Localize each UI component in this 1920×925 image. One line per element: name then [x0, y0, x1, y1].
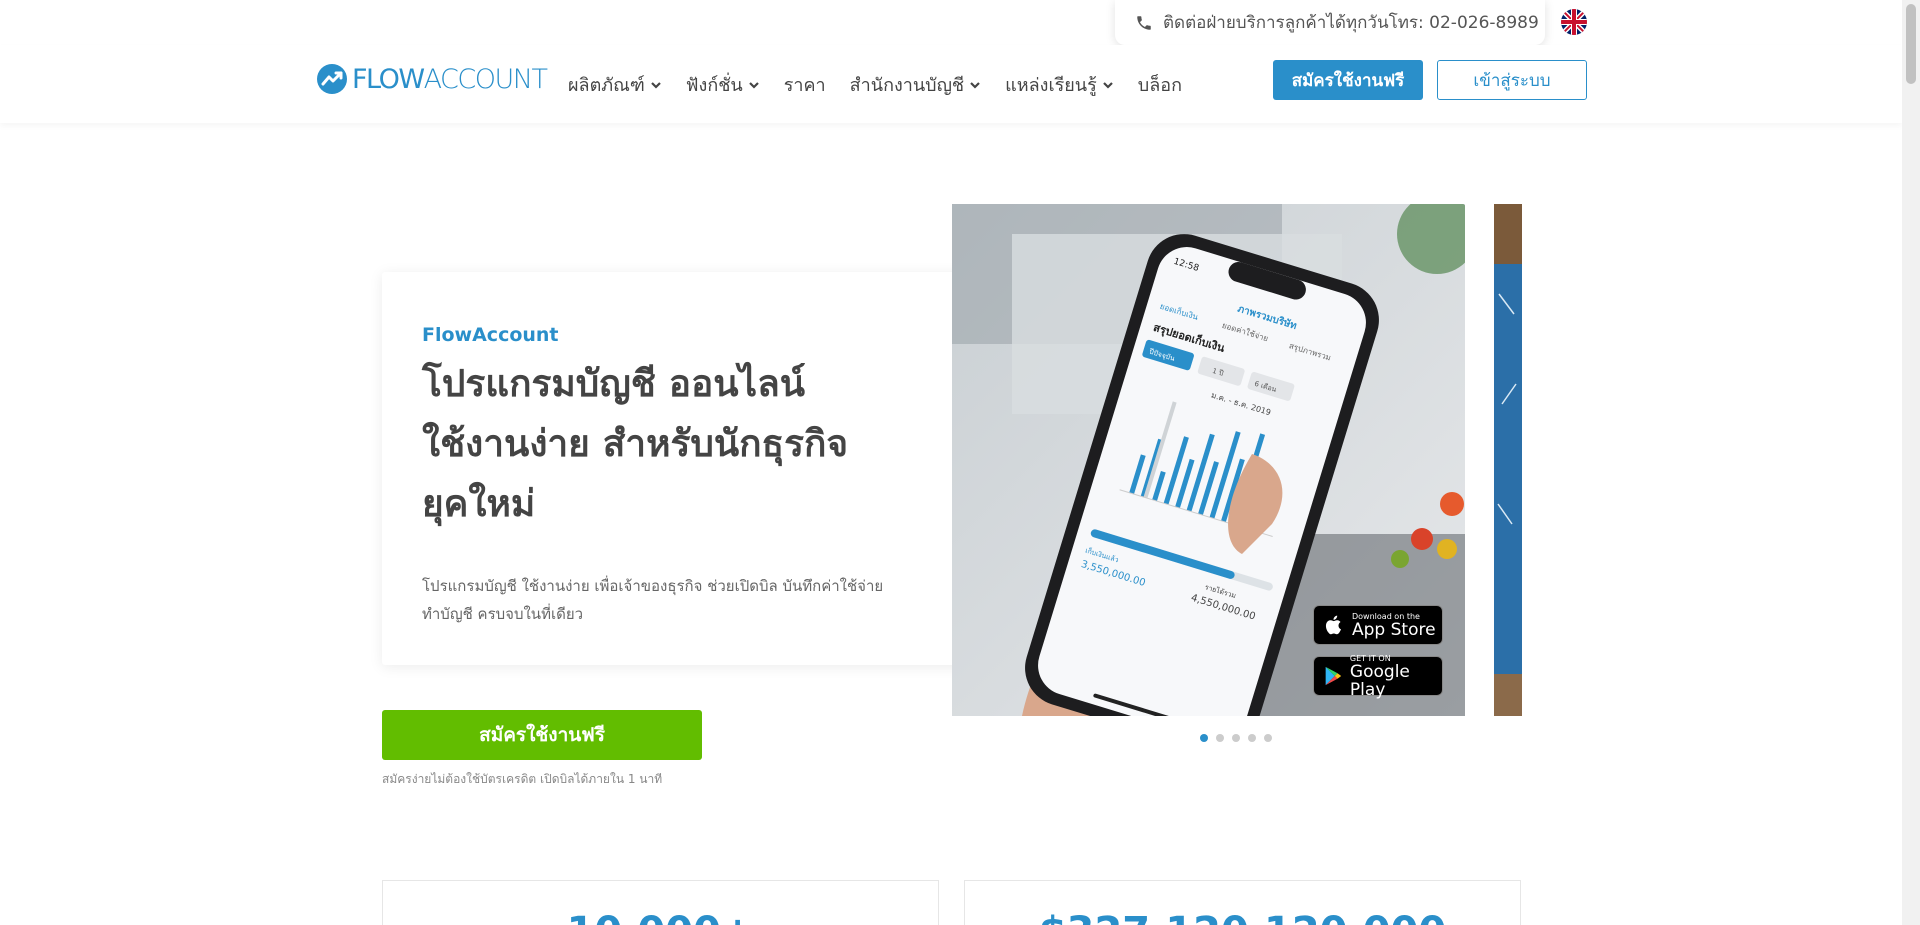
carousel-dot[interactable]	[1216, 734, 1224, 742]
customer-service-contact: ติดต่อฝ่ายบริการลูกค้าได้ทุกวันโทร: 02-0…	[1115, 0, 1545, 45]
carousel-dot[interactable]	[1264, 734, 1272, 742]
hero-title-line: ยุคใหม่	[422, 482, 536, 525]
nav-label: แหล่งเรียนรู้	[1005, 75, 1097, 96]
hero-desc-line: โปรแกรมบัญชี ใช้งานง่าย เพื่อเจ้าของธุรก…	[422, 577, 884, 595]
nav-label: บล็อก	[1137, 75, 1182, 96]
hero-desc-line: ทำบัญชี ครบจบในที่เดียว	[422, 605, 584, 623]
site-header: FLOWACCOUNT ผลิตภัณฑ์ ฟังก์ชั่น ราคา สำน…	[0, 45, 1902, 123]
nav-item-accounting-firm[interactable]: สำนักงานบัญชี	[850, 70, 981, 99]
scrollbar-thumb[interactable]	[1906, 4, 1916, 84]
phone-icon	[1137, 15, 1151, 30]
main-nav: ผลิตภัณฑ์ ฟังก์ชั่น ราคา สำนักงานบัญชี แ…	[568, 70, 1206, 99]
nav-item-blog[interactable]: บล็อก	[1138, 70, 1182, 99]
chevron-down-icon	[651, 81, 661, 89]
chevron-down-icon	[1103, 81, 1113, 89]
logo-flow: FLOW	[352, 63, 425, 95]
nav-label: ฟังก์ชั่น	[685, 75, 743, 96]
flowaccount-logo-icon	[317, 64, 347, 94]
carousel-dots	[1200, 734, 1272, 742]
google-play-badge[interactable]: GET IT ON Google Play	[1313, 654, 1443, 700]
contact-text: ติดต่อฝ่ายบริการลูกค้าได้ทุกวันโทร: 02-0…	[1163, 13, 1539, 33]
hero-title-line: ใช้งานง่าย สำหรับนักธุรกิจ	[422, 422, 849, 465]
nav-label: ผลิตภัณฑ์	[568, 75, 645, 96]
signup-button[interactable]: สมัครใช้งานฟรี	[1273, 60, 1423, 100]
stat-card: $327,120,120,000	[964, 880, 1521, 925]
stat-value: 10,000+	[383, 909, 938, 925]
hero-description: โปรแกรมบัญชี ใช้งานง่าย เพื่อเจ้าของธุรก…	[422, 572, 942, 628]
nav-item-pricing[interactable]: ราคา	[784, 70, 826, 99]
logo-account: ACCOUNT	[423, 63, 548, 95]
carousel-next-slide-peek[interactable]	[1494, 204, 1522, 716]
hero-title-line: โปรแกรมบัญชี ออนไลน์	[422, 362, 806, 405]
login-button[interactable]: เข้าสู่ระบบ	[1437, 60, 1587, 100]
hero-card: FlowAccount โปรแกรมบัญชี ออนไลน์ ใช้งานง…	[382, 272, 982, 665]
flowaccount-logo[interactable]: FLOWACCOUNT	[316, 63, 548, 95]
nav-label: สำนักงานบัญชี	[849, 75, 965, 96]
chevron-down-icon	[970, 81, 980, 89]
carousel-slide[interactable]: 12:58 ภาพรวมบริษัท ยอดเก็บเงิน ยอดค่าใช้…	[952, 204, 1465, 716]
cta-signup-button[interactable]: สมัครใช้งานฟรี	[382, 710, 702, 760]
nav-item-products[interactable]: ผลิตภัณฑ์	[568, 70, 662, 99]
stat-value: $327,120,120,000	[965, 909, 1520, 925]
hero-brand: FlowAccount	[422, 324, 559, 346]
google-play-icon	[1325, 666, 1342, 686]
apple-icon	[1325, 615, 1341, 635]
cta-note: สมัครง่ายไม่ต้องใช้บัตรเครดิต เปิดบิลได้…	[382, 772, 663, 786]
page-scrollbar[interactable]	[1902, 0, 1920, 925]
app-store-big: App Store	[1352, 619, 1436, 640]
nav-item-resources[interactable]: แหล่งเรียนรู้	[1005, 70, 1114, 99]
carousel-dot[interactable]	[1200, 734, 1208, 742]
next-slide-image	[1494, 204, 1522, 716]
nav-item-features[interactable]: ฟังก์ชั่น	[686, 70, 760, 99]
app-store-badge[interactable]: Download on the App Store	[1313, 605, 1443, 645]
nav-label: ราคา	[783, 75, 826, 96]
stat-card: 10,000+	[382, 880, 939, 925]
carousel-dot[interactable]	[1232, 734, 1240, 742]
google-play-big: Google Play	[1349, 661, 1410, 700]
logo-text: FLOWACCOUNT	[352, 63, 548, 95]
hero-title: โปรแกรมบัญชี ออนไลน์ ใช้งานง่าย สำหรับนั…	[422, 354, 942, 534]
carousel-dot[interactable]	[1248, 734, 1256, 742]
uk-flag-icon[interactable]	[1561, 9, 1587, 35]
chevron-down-icon	[748, 81, 759, 89]
